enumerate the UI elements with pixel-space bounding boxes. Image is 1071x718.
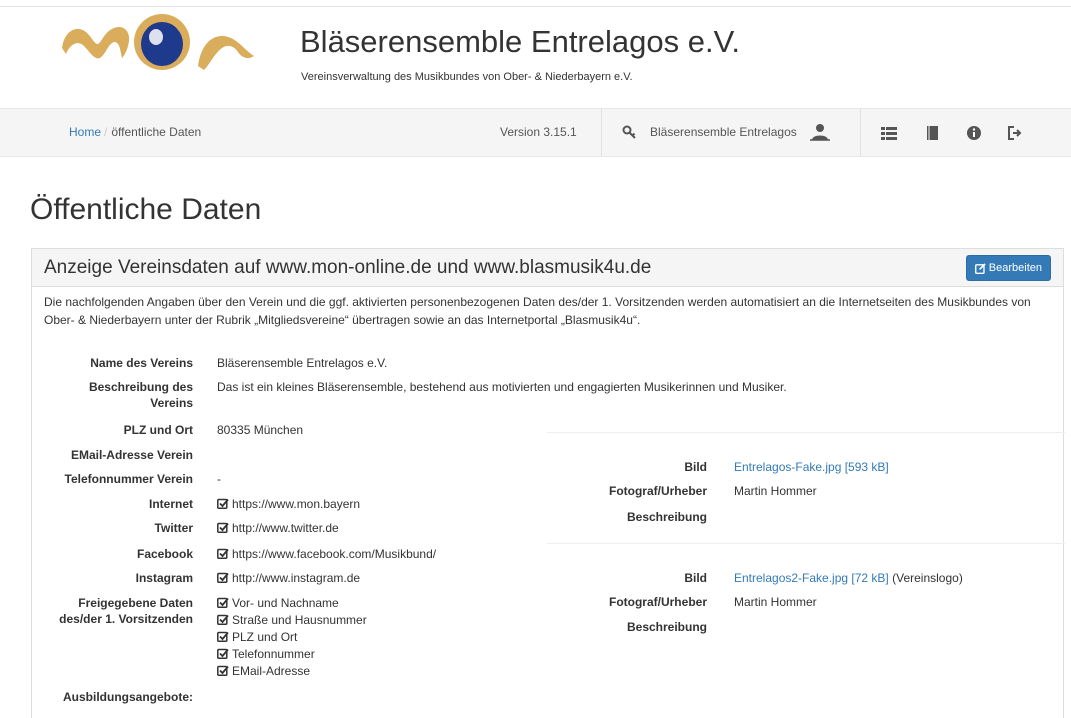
internet-row: https://www.mon.bayern (217, 496, 360, 512)
twitter-label: Twitter (154, 521, 193, 535)
released-item-label: Straße und Hausnummer (232, 613, 367, 627)
user-switch-icon (809, 124, 830, 141)
twitter-row: http://www.twitter.de (217, 520, 339, 536)
internet-value: https://www.mon.bayern (232, 497, 361, 511)
site-subtitle: Vereinsverwaltung des Musikbundes von Ob… (301, 71, 633, 83)
image-description-label: Beschreibung (626, 510, 707, 524)
image-note: (Vereinslogo) (892, 571, 963, 585)
description-label-line1: Beschreibung des (88, 380, 193, 394)
plz-value: 80335 München (217, 423, 304, 437)
check-icon (217, 648, 229, 659)
facebook-row: https://www.facebook.com/Musikbund/ (217, 546, 436, 562)
check-icon (217, 498, 229, 509)
check-icon (217, 631, 229, 642)
released-item: Telefonnummer (217, 646, 315, 662)
photographer-value: Martin Hommer (734, 595, 817, 609)
key-icon (622, 125, 636, 139)
club-name: Bläserensemble Entrelagos (650, 125, 797, 139)
plz-label: PLZ und Ort (123, 423, 193, 437)
breadcrumb-separator: / (104, 125, 108, 139)
check-icon (217, 665, 229, 676)
nav-divider (860, 109, 861, 156)
released-item: Straße und Hausnummer (217, 612, 367, 628)
description-value: Das ist ein kleines Bläserensemble, best… (217, 380, 787, 394)
version-label: Version 3.15.1 (500, 125, 577, 139)
breadcrumb-current: öffentliche Daten (111, 125, 202, 139)
instagram-value: http://www.instagram.de (232, 571, 361, 585)
intro-text: Die nachfolgenden Angaben über den Verei… (44, 295, 1031, 327)
released-item: EMail-Adresse (217, 663, 310, 679)
top-rule (0, 6, 1071, 7)
panel-heading: Anzeige Vereinsdaten auf www.mon-online.… (32, 249, 1063, 287)
nav-divider (601, 109, 602, 156)
image-label: Bild (684, 460, 707, 474)
page-title: Öffentliche Daten (30, 193, 262, 226)
edit-button-label: Bearbeiten (988, 262, 1042, 274)
navbar: Home / öffentliche Daten Version 3.15.1 Bl… (0, 108, 1071, 157)
edit-icon (974, 262, 986, 274)
check-icon (217, 614, 229, 625)
released-data-label-line2: des/der 1. Vorsitzenden (59, 612, 193, 626)
training-label: Ausbildungsangebote: (63, 690, 193, 704)
released-item-label: Telefonnummer (232, 647, 315, 661)
facebook-value: https://www.facebook.com/Musikbund/ (232, 547, 437, 561)
released-item-label: PLZ und Ort (232, 630, 298, 644)
internet-label: Internet (148, 497, 193, 511)
mon-logo: mon (62, 14, 254, 70)
instagram-label: Instagram (135, 571, 193, 585)
name-label: Name des Vereins (90, 356, 193, 370)
site-title: Bläserensemble Entrelagos e.V. (300, 24, 741, 59)
check-icon (217, 572, 229, 583)
instagram-row: http://www.instagram.de (217, 570, 360, 586)
breadcrumb: Home / öffentliche Daten (69, 125, 201, 139)
image-divider (547, 432, 1065, 433)
image-label: Bild (684, 571, 707, 585)
phone-value: - (217, 472, 221, 486)
name-value: Bläserensemble Entrelagos e.V. (217, 356, 388, 370)
facebook-label: Facebook (136, 547, 193, 561)
released-item-label: EMail-Adresse (232, 664, 311, 678)
email-label: EMail-Adresse Verein (70, 448, 193, 462)
image-file-row: Entrelagos2-Fake.jpg [72 kB] (Vereinslog… (734, 570, 963, 586)
logout-icon[interactable] (1006, 125, 1022, 141)
public-data-panel: Anzeige Vereinsdaten auf www.mon-online.… (31, 248, 1065, 718)
image-description-label: Beschreibung (626, 620, 707, 634)
image-file-row: Entrelagos-Fake.jpg [593 kB] (734, 459, 889, 475)
check-icon (217, 548, 229, 559)
image-file-link[interactable]: Entrelagos-Fake.jpg [593 kB] (734, 460, 889, 474)
description-label-line2: Vereins (150, 396, 193, 410)
club-selector[interactable]: Bläserensemble Entrelagos (622, 123, 831, 141)
edit-button[interactable]: Bearbeiten (965, 255, 1051, 281)
twitter-value: http://www.twitter.de (232, 521, 339, 535)
released-data-label-line1: Freigegebene Daten (78, 596, 193, 610)
check-icon (217, 522, 229, 533)
released-item: PLZ und Ort (217, 629, 297, 645)
check-icon (217, 597, 229, 608)
released-item-label: Vor- und Nachname (232, 596, 339, 610)
image-divider (547, 543, 1065, 544)
photographer-label: Fotograf/Urheber (608, 484, 707, 498)
photographer-label: Fotograf/Urheber (608, 595, 707, 609)
photographer-value: Martin Hommer (734, 484, 817, 498)
panel-title: Anzeige Vereinsdaten auf www.mon-online.… (44, 257, 652, 278)
book-icon[interactable] (925, 125, 941, 141)
image-file-link[interactable]: Entrelagos2-Fake.jpg [72 kB] (734, 571, 889, 585)
info-icon[interactable] (966, 125, 982, 141)
breadcrumb-home[interactable]: Home (69, 125, 101, 139)
list-icon[interactable] (881, 125, 897, 141)
released-item: Vor- und Nachname (217, 595, 339, 611)
phone-label: Telefonnummer Verein (64, 472, 193, 486)
